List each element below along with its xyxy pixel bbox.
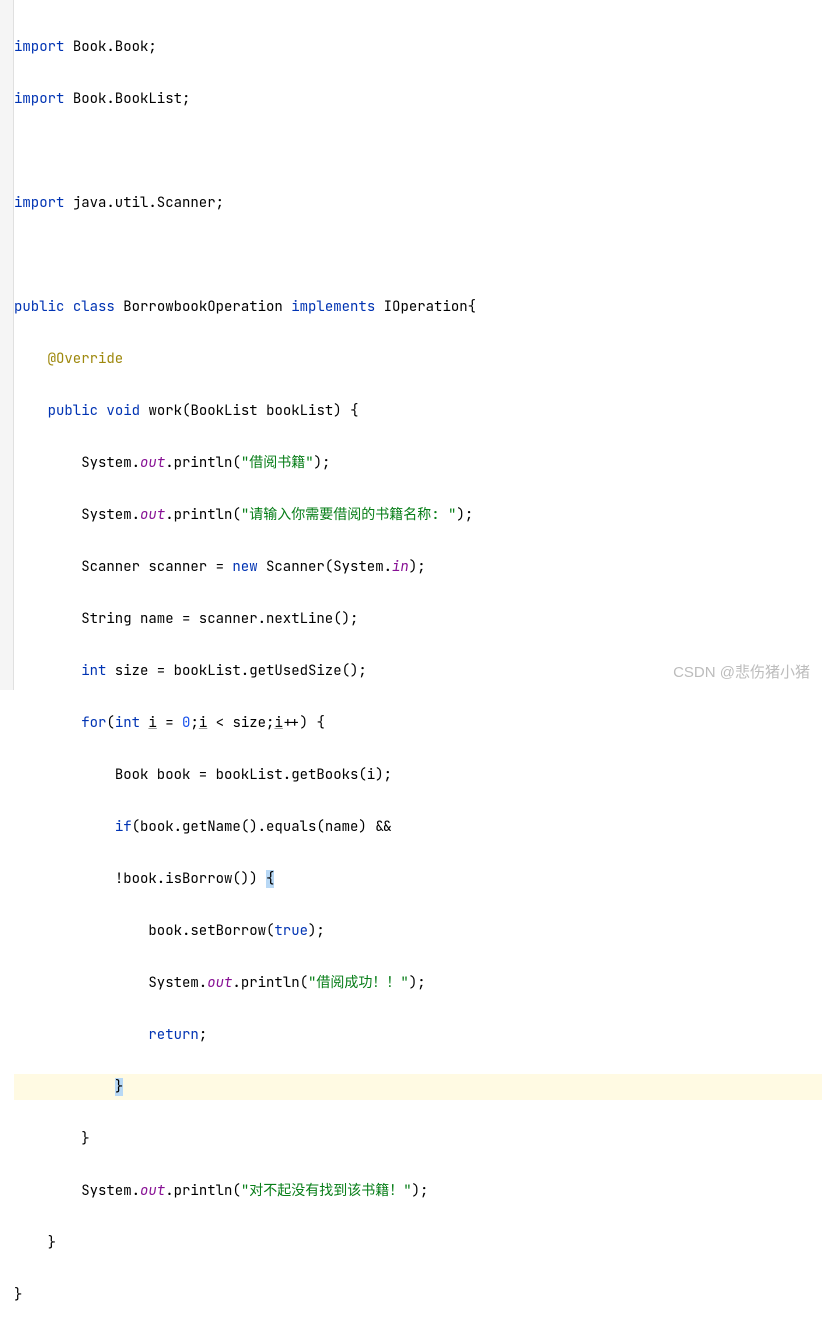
code-line: System.out.println("借阅书籍"); [14, 450, 822, 476]
code-line-active: } [14, 1074, 822, 1100]
code-line: System.out.println("借阅成功！！"); [14, 970, 822, 996]
code-line: !book.isBorrow()) { [14, 866, 822, 892]
code-line: for(int i = 0;i < size;i++) { [14, 710, 822, 736]
code-line: String name = scanner.nextLine(); [14, 606, 822, 632]
code-line: return; [14, 1022, 822, 1048]
code-line: Scanner scanner = new Scanner(System.in)… [14, 554, 822, 580]
code-line: } [14, 1230, 822, 1256]
code-line: public class BorrowbookOperation impleme… [14, 294, 822, 320]
code-line: public void work(BookList bookList) { [14, 398, 822, 424]
code-line [14, 138, 822, 164]
code-line: System.out.println("请输入你需要借阅的书籍名称: "); [14, 502, 822, 528]
code-line [14, 242, 822, 268]
code-line: } [14, 1282, 822, 1308]
code-line: import java.util.Scanner; [14, 190, 822, 216]
code-line: if(book.getName().equals(name) && [14, 814, 822, 840]
code-line: @Override [14, 346, 822, 372]
code-line: import Book.BookList; [14, 86, 822, 112]
code-line: import Book.Book; [14, 34, 822, 60]
watermark: CSDN @悲伤猪小猪 [673, 661, 810, 682]
code-line: } [14, 1126, 822, 1152]
code-line: System.out.println("对不起没有找到该书籍！"); [14, 1178, 822, 1204]
code-line: Book book = bookList.getBooks(i); [14, 762, 822, 788]
editor-gutter [0, 0, 14, 690]
code-line: book.setBorrow(true); [14, 918, 822, 944]
